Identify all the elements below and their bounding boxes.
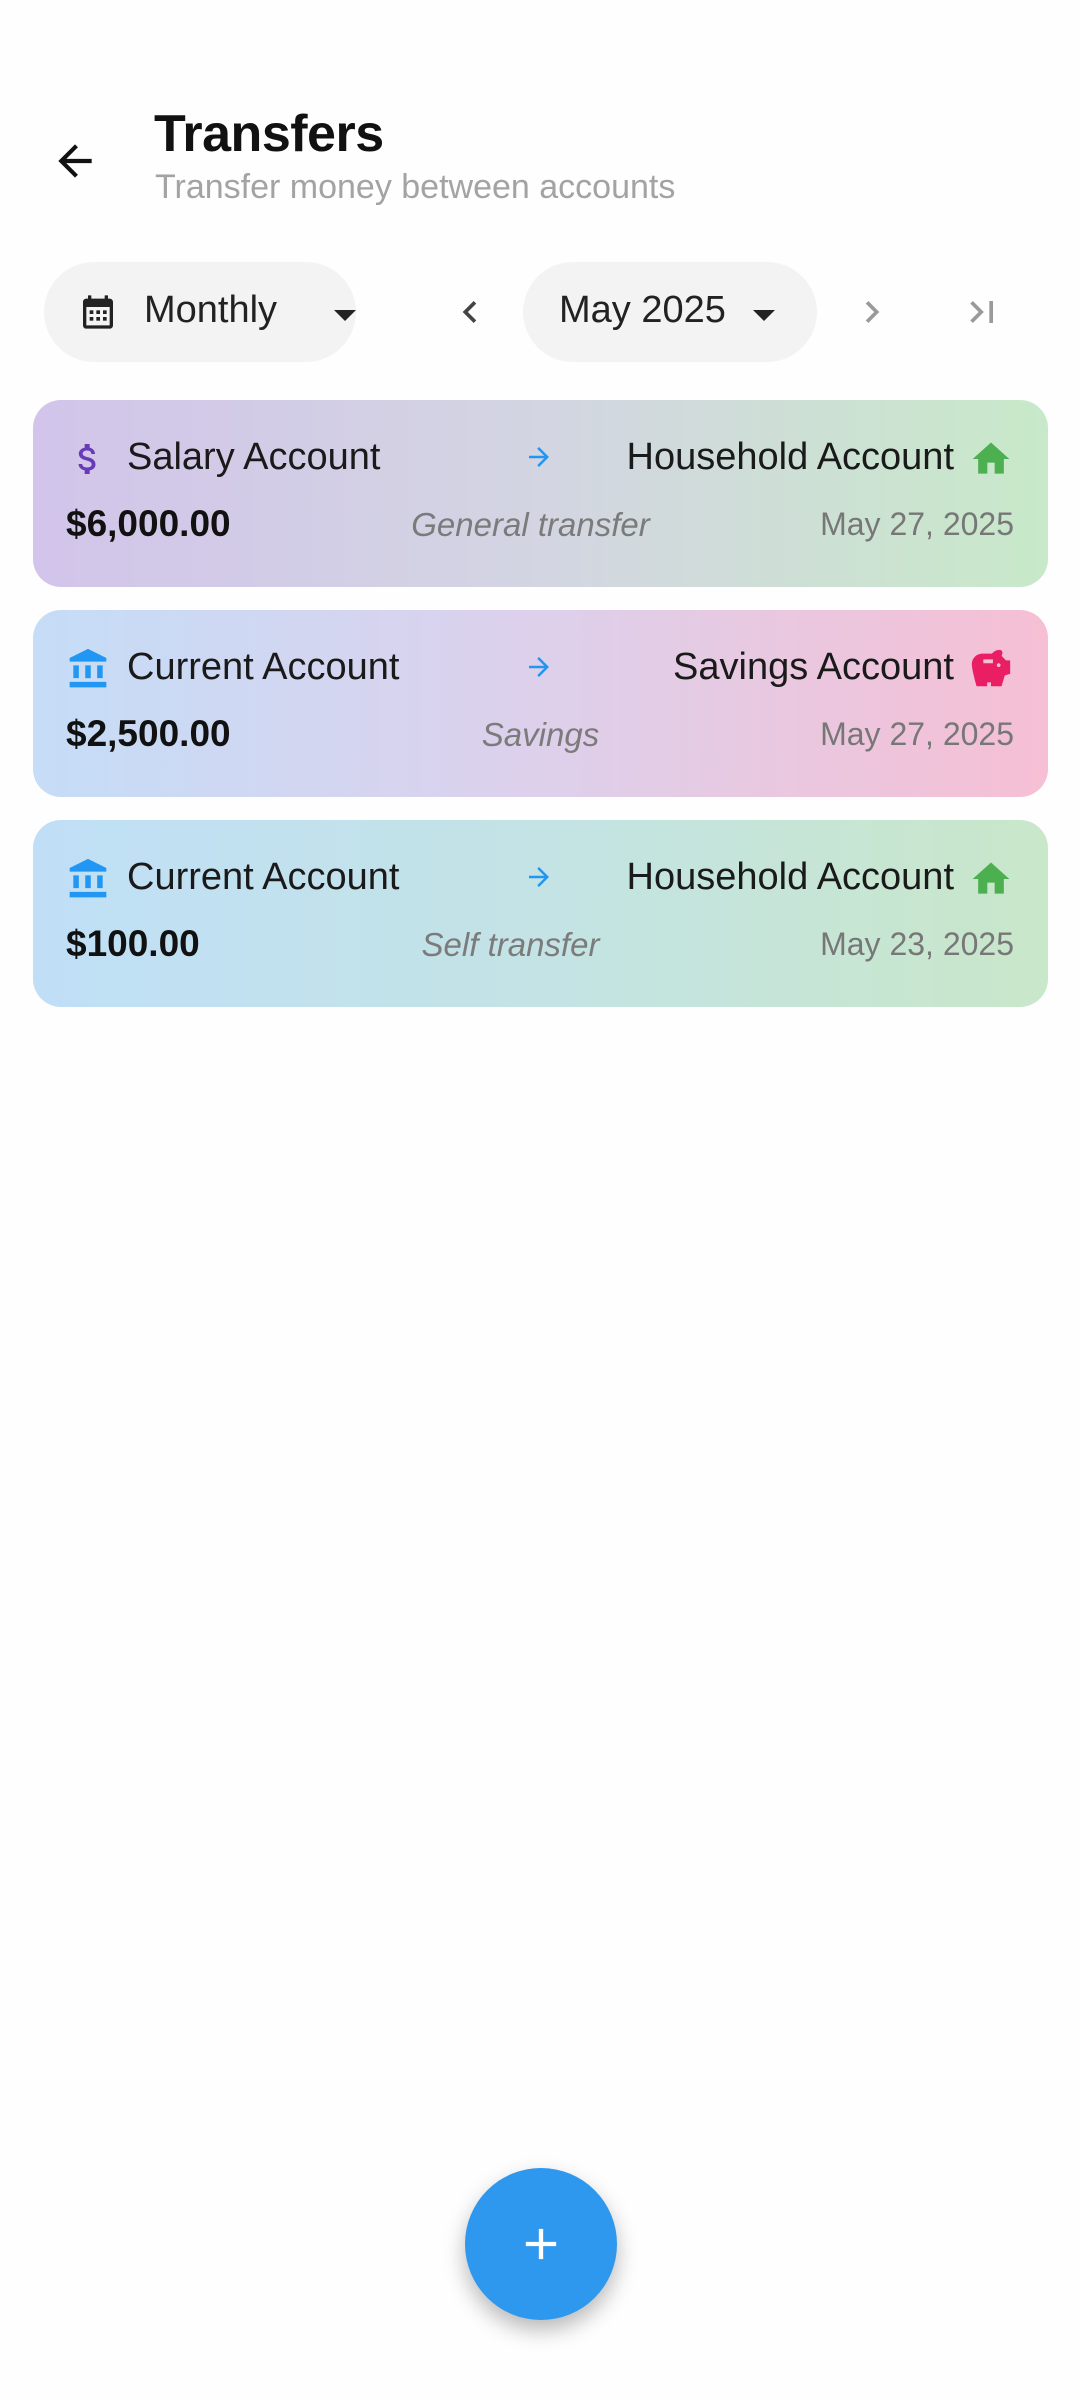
calendar-icon [78,292,118,337]
arrow-left-icon [58,144,92,178]
next-month-button[interactable] [842,282,902,342]
transfer-card[interactable]: Current Account Savings Account $2,500.0… [33,610,1048,797]
transfer-card[interactable]: Current Account Household Account $100.0… [33,820,1048,1007]
home-icon [968,856,1014,902]
add-transfer-button[interactable] [465,2168,617,2320]
month-label: May 2025 [559,289,726,331]
chevron-left-icon [462,301,477,323]
from-account-name: Current Account [127,646,400,688]
period-label: Monthly [144,289,278,331]
piggy-bank-icon [968,646,1014,692]
dollar-icon [65,436,111,482]
page-subtitle: Transfer money between accounts [155,168,676,206]
plus-icon [525,2228,557,2260]
app-header: Transfers Transfer money between account… [0,100,1080,220]
from-account-name: Current Account [127,856,400,898]
chevron-right-icon [865,301,880,323]
transfer-date: May 23, 2025 [820,926,1014,962]
from-account-name: Salary Account [127,436,381,478]
period-selector[interactable]: Monthly [44,262,356,362]
transfer-date: May 27, 2025 [820,716,1014,752]
to-account-name: Household Account [626,856,954,898]
back-button[interactable] [40,126,110,196]
previous-month-button[interactable] [440,282,500,342]
bank-icon [65,646,111,692]
transfer-date: May 27, 2025 [820,506,1014,542]
last-month-button[interactable] [952,282,1012,342]
arrow-right-icon [524,652,554,687]
bank-icon [65,856,111,902]
to-account-name: Household Account [626,436,954,478]
arrow-right-icon [524,862,554,897]
caret-down-icon [334,309,356,327]
transfer-card[interactable]: Salary Account Household Account $6,000.… [33,400,1048,587]
month-selector[interactable]: May 2025 [523,262,817,362]
arrow-right-icon [524,442,554,477]
page-title: Transfers [154,105,384,163]
period-controls: Monthly May 2025 [0,262,1080,362]
home-icon [968,436,1014,482]
last-page-icon [970,301,993,323]
to-account-name: Savings Account [673,646,954,688]
caret-down-icon [753,309,775,327]
